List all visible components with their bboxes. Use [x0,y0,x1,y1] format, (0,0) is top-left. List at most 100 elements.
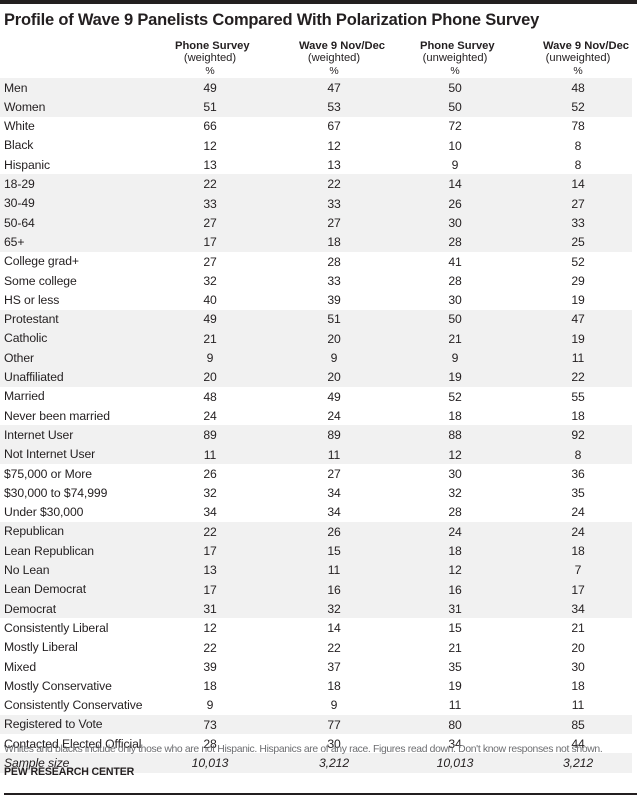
row-label: Mostly Liberal [4,640,78,655]
table-cell: 24 [203,408,217,423]
table-row: Registered to Vote 73 77 80 85 [0,714,632,735]
table-row: Consistently Conservative 9 9 11 11 [0,696,632,715]
table-cell: 28 [448,505,462,520]
table-cell: 20 [571,640,585,655]
table-cell: 33 [327,196,341,211]
table-cell: 19 [571,331,585,346]
table-cell: 21 [448,331,462,346]
table-cell: 50 [448,80,462,95]
table-cell: 24 [571,505,585,520]
table-row: HS or less 40 39 30 19 [0,290,632,309]
table-cell: 27 [203,254,217,269]
table-row: Unaffiliated 20 20 19 22 [0,367,632,387]
column-header-3: Wave 9 Nov/Dec (unweighted)% [543,40,629,77]
column-header-1: Wave 9 Nov/Dec (weighted)% [299,40,385,77]
table-cell: 7 [574,563,582,578]
source-attribution: PEW RESEARCH CENTER [4,766,135,778]
table-row: $75,000 or More 26 27 30 36 [0,464,632,483]
table-cell: 11 [327,563,341,578]
table-cell: 8 [574,138,582,153]
row-label: Protestant [4,312,59,327]
table-cell: 24 [571,524,585,539]
table-cell: 34 [327,486,341,501]
table-row: Women 51 53 50 52 [0,97,632,117]
table-cell: 89 [203,428,217,443]
table-row: Other 9 9 9 11 [0,348,632,368]
table-cell: 35 [448,659,462,674]
table-cell: 16 [448,582,462,597]
table-cell: 18 [571,544,585,559]
table-row: Under $30,000 34 34 28 24 [0,503,632,522]
table-cell: 48 [203,389,217,404]
table-cell: 18 [327,679,341,694]
table-row: Never been married 24 24 18 18 [0,406,632,425]
table-cell: 89 [327,428,341,443]
table-cell: 47 [327,80,341,95]
row-label: $30,000 to $74,999 [4,485,108,500]
table-cell: 31 [448,601,462,616]
table-cell: 30 [448,466,462,481]
table-cell: 51 [327,312,341,327]
table-cell: 27 [571,196,585,211]
table-cell: 12 [448,447,462,462]
table-cell: 88 [448,428,462,443]
footnote: Whites and blacks include only those who… [4,744,603,755]
table-cell: 3,212 [319,756,349,771]
table-cell: 52 [571,100,585,115]
table-row: Hispanic 13 13 9 8 [0,155,632,174]
table-cell: 30 [448,215,462,230]
table-cell: 48 [571,80,585,95]
table-cell: 28 [327,254,341,269]
table-cell: 25 [571,235,585,250]
table-row: Lean Republican 17 15 18 18 [0,541,632,561]
table-cell: 22 [327,640,341,655]
table-cell: 34 [203,505,217,520]
table-cell: 19 [448,370,462,385]
column-header-unit: % [329,64,339,77]
column-header-title: Phone Survey [420,40,495,52]
table-cell: 49 [327,389,341,404]
table-row: Lean Democrat 17 16 16 17 [0,579,632,600]
table-cell: 47 [571,312,585,327]
table-cell: 10,013 [191,756,229,771]
table-cell: 41 [448,254,462,269]
table-cell: 33 [571,215,585,230]
table-cell: 18 [571,408,585,423]
table-row: 65+ 17 18 28 25 [0,232,632,252]
table-cell: 27 [327,466,341,481]
table-cell: 52 [571,254,585,269]
row-label: Not Internet User [4,447,96,462]
table-cell: 9 [451,351,459,366]
table-cell: 11 [571,351,585,366]
table-cell: 18 [327,235,341,250]
table-cell: 32 [203,486,217,501]
table-cell: 19 [571,293,585,308]
column-header-weighting: (unweighted) [545,52,611,65]
table-cell: 36 [571,466,585,481]
table-cell: 19 [448,679,462,694]
row-label: 30-49 [4,196,35,211]
table-cell: 17 [203,235,217,250]
row-label: Mixed [4,659,37,674]
table-cell: 27 [327,215,341,230]
table-cell: 40 [203,293,217,308]
table-cell: 10,013 [436,756,474,771]
table-cell: 22 [203,177,217,192]
table-row: College grad+ 27 28 41 52 [0,252,632,271]
row-label: Consistently Conservative [4,698,143,713]
table-cell: 17 [203,582,217,597]
table-cell: 32 [448,486,462,501]
row-label: Mostly Conservative [4,678,112,693]
table-cell: 37 [327,659,341,674]
table-cell: 33 [327,273,341,288]
table-row: Mixed 39 37 35 30 [0,657,632,676]
row-label: White [4,119,35,134]
table-row: Mostly Liberal 22 22 21 20 [0,638,632,657]
table-cell: 17 [571,582,585,597]
row-label: 50-64 [4,215,35,230]
row-label: Registered to Vote [4,717,103,732]
table-cell: 14 [448,177,462,192]
table-cell: 9 [206,698,214,713]
table-cell: 14 [327,621,341,636]
table-cell: 32 [203,273,217,288]
